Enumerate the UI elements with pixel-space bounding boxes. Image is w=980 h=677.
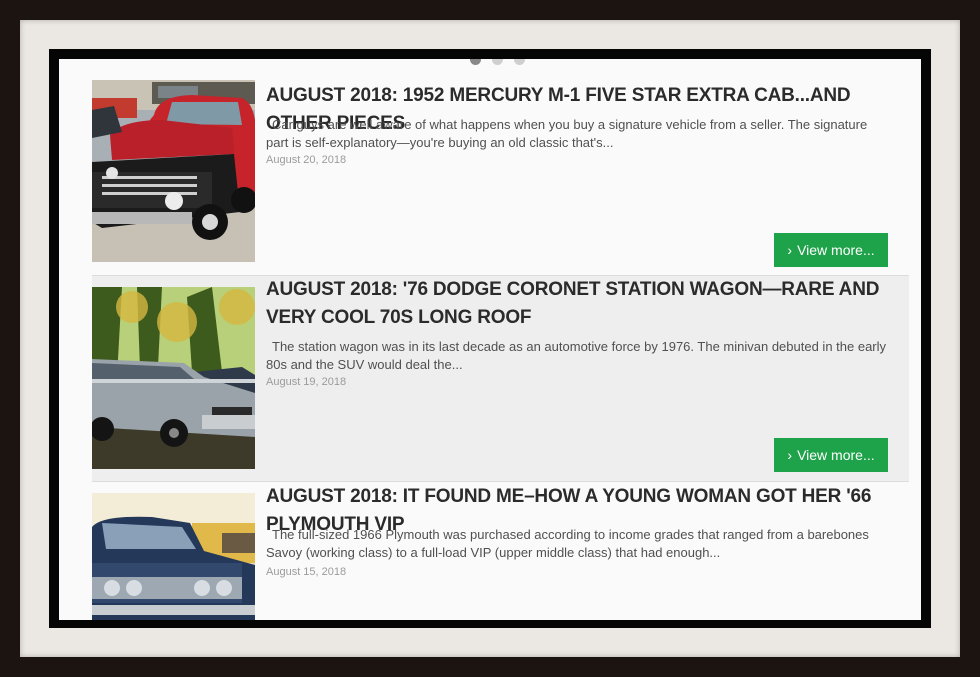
- blog-post: AUGUST 2018: IT FOUND ME–HOW A YOUNG WOM…: [92, 482, 909, 620]
- post-excerpt: The station wagon was in its last decade…: [266, 339, 887, 372]
- post-thumbnail-mercury-truck[interactable]: [92, 80, 255, 262]
- view-more-button[interactable]: › View more...: [774, 438, 888, 472]
- post-thumbnail-dodge-wagon[interactable]: [92, 287, 255, 469]
- post-date: August 19, 2018: [266, 376, 347, 388]
- post-excerpt: The full-sized 1966 Plymouth was purchas…: [266, 527, 869, 560]
- blog-post: AUGUST 2018: '76 DODGE CORONET STATION W…: [92, 276, 909, 482]
- post-excerpt: Car guys are well aware of what happens …: [266, 117, 868, 150]
- blog-post: AUGUST 2018: 1952 MERCURY M-1 FIVE STAR …: [92, 80, 909, 276]
- slider-dot-2[interactable]: [492, 59, 503, 65]
- post-date: August 15, 2018: [266, 566, 347, 578]
- blog-list-screen: AUGUST 2018: 1952 MERCURY M-1 FIVE STAR …: [59, 59, 921, 620]
- view-more-button[interactable]: › View more...: [774, 233, 888, 267]
- slider-pagination: [470, 59, 525, 65]
- view-more-label: View more...: [797, 447, 875, 463]
- slider-dot-3[interactable]: [514, 59, 525, 65]
- post-title[interactable]: AUGUST 2018: '76 DODGE CORONET STATION W…: [266, 276, 899, 332]
- post-thumbnail-plymouth-vip[interactable]: [92, 493, 255, 620]
- view-more-label: View more...: [797, 242, 875, 258]
- slider-dot-1[interactable]: [470, 59, 481, 65]
- chevron-right-icon: ›: [787, 242, 793, 258]
- chevron-right-icon: ›: [787, 447, 793, 463]
- post-date: August 20, 2018: [266, 154, 347, 166]
